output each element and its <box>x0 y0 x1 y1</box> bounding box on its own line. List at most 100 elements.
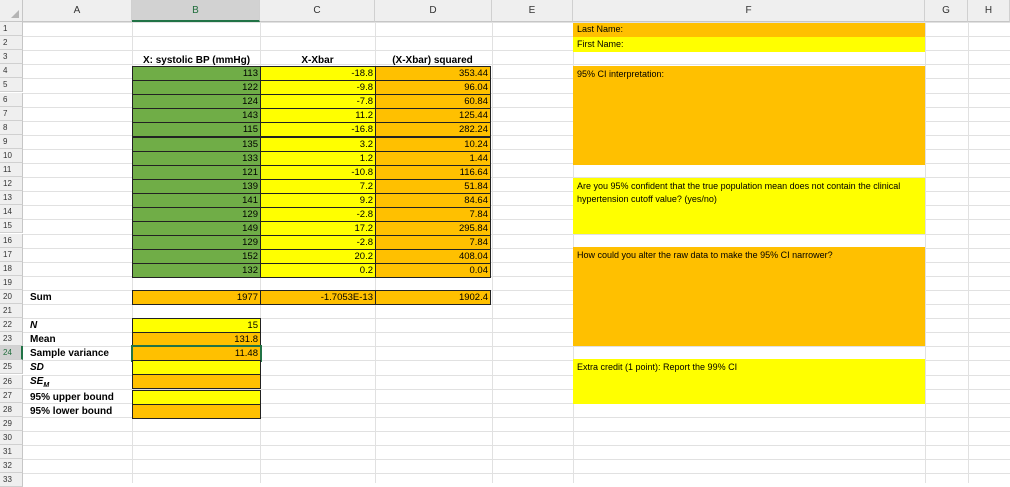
x-value-cell[interactable]: 152 <box>132 249 261 265</box>
row-header-22[interactable]: 22 <box>0 318 23 333</box>
x-value-cell[interactable]: 133 <box>132 150 261 166</box>
se-value-cell[interactable] <box>132 374 261 389</box>
row-header-10[interactable]: 10 <box>0 148 23 163</box>
last-name-cell[interactable]: Last Name: <box>573 23 925 37</box>
x-value-cell[interactable]: 135 <box>132 136 261 152</box>
row-header-21[interactable]: 21 <box>0 304 23 319</box>
row-header-11[interactable]: 11 <box>0 163 23 178</box>
column-header-c[interactable]: C <box>260 0 375 22</box>
variance-label[interactable]: Sample variance <box>30 346 109 361</box>
squared-deviation-cell[interactable]: 51.84 <box>375 178 491 194</box>
row-header-16[interactable]: 16 <box>0 233 23 248</box>
sd-label[interactable]: SD <box>30 360 44 375</box>
squared-deviation-cell[interactable]: 282.24 <box>375 122 491 138</box>
confidence-question-cell[interactable]: Are you 95% confident that the true popu… <box>573 178 925 234</box>
row-header-27[interactable]: 27 <box>0 388 23 403</box>
column-header-a[interactable]: A <box>23 0 132 22</box>
x-value-cell[interactable]: 113 <box>132 66 261 81</box>
x-value-cell[interactable]: 121 <box>132 164 261 180</box>
row-header-17[interactable]: 17 <box>0 247 23 262</box>
row-header-30[interactable]: 30 <box>0 430 23 445</box>
row-header-28[interactable]: 28 <box>0 402 23 417</box>
row-header-19[interactable]: 19 <box>0 275 23 290</box>
squared-deviation-cell[interactable]: 353.44 <box>375 66 491 81</box>
select-all-corner[interactable] <box>0 0 23 22</box>
row-header-3[interactable]: 3 <box>0 50 23 65</box>
first-name-cell[interactable]: First Name: <box>573 37 925 52</box>
sd-value-cell[interactable] <box>132 360 261 375</box>
row-header-14[interactable]: 14 <box>0 205 23 220</box>
sum-deviation-cell[interactable]: -1.7053E-13 <box>260 290 376 305</box>
row-header-29[interactable]: 29 <box>0 416 23 431</box>
row-header-8[interactable]: 8 <box>0 120 23 135</box>
deviation-cell[interactable]: -7.8 <box>260 94 376 110</box>
squared-deviation-cell[interactable]: 84.64 <box>375 192 491 208</box>
x-value-cell[interactable]: 149 <box>132 221 261 237</box>
row-header-7[interactable]: 7 <box>0 106 23 121</box>
row-header-12[interactable]: 12 <box>0 177 23 192</box>
squared-deviation-cell[interactable]: 295.84 <box>375 221 491 237</box>
row-header-26[interactable]: 26 <box>0 374 23 389</box>
deviation-cell[interactable]: 3.2 <box>260 136 376 152</box>
row-header-9[interactable]: 9 <box>0 134 23 149</box>
squared-deviation-cell[interactable]: 116.64 <box>375 164 491 180</box>
squared-deviation-cell[interactable]: 60.84 <box>375 94 491 110</box>
deviation-cell[interactable]: 20.2 <box>260 249 376 265</box>
row-header-23[interactable]: 23 <box>0 332 23 347</box>
row-header-6[interactable]: 6 <box>0 92 23 107</box>
extra-credit-cell[interactable]: Extra credit (1 point): Report the 99% C… <box>573 359 925 404</box>
lower-bound-label[interactable]: 95% lower bound <box>30 404 112 419</box>
row-header-4[interactable]: 4 <box>0 64 23 79</box>
lower-bound-cell[interactable] <box>132 404 261 419</box>
deviation-cell[interactable]: 9.2 <box>260 192 376 208</box>
variance-value-cell[interactable]: 11.48 <box>131 345 262 362</box>
row-header-5[interactable]: 5 <box>0 78 23 93</box>
sum-squared-cell[interactable]: 1902.4 <box>375 290 491 305</box>
deviation-cell[interactable]: 0.2 <box>260 263 376 279</box>
upper-bound-cell[interactable] <box>132 390 261 405</box>
column-header-d[interactable]: D <box>375 0 492 22</box>
deviation-cell[interactable]: -9.8 <box>260 80 376 96</box>
ci-interpretation-cell[interactable]: 95% CI interpretation: <box>573 66 925 165</box>
deviation-cell[interactable]: -16.8 <box>260 122 376 138</box>
x-value-cell[interactable]: 129 <box>132 207 261 222</box>
upper-bound-label[interactable]: 95% upper bound <box>30 390 114 405</box>
x-value-cell[interactable]: 129 <box>132 235 261 251</box>
row-header-24[interactable]: 24 <box>0 346 23 361</box>
n-value-cell[interactable]: 15 <box>132 318 261 333</box>
mean-value-cell[interactable]: 131.8 <box>132 332 261 347</box>
row-header-32[interactable]: 32 <box>0 459 23 474</box>
row-header-33[interactable]: 33 <box>0 473 23 487</box>
column-header-h[interactable]: H <box>968 0 1010 22</box>
row-header-31[interactable]: 31 <box>0 445 23 460</box>
squared-deviation-cell[interactable]: 7.84 <box>375 235 491 251</box>
row-header-18[interactable]: 18 <box>0 261 23 276</box>
row-header-25[interactable]: 25 <box>0 360 23 375</box>
x-value-cell[interactable]: 124 <box>132 94 261 110</box>
column-header-f[interactable]: F <box>573 0 925 22</box>
row-header-13[interactable]: 13 <box>0 191 23 206</box>
squared-deviation-cell[interactable]: 125.44 <box>375 108 491 124</box>
squared-deviation-cell[interactable]: 10.24 <box>375 136 491 152</box>
row-header-15[interactable]: 15 <box>0 219 23 234</box>
x-value-cell[interactable]: 139 <box>132 178 261 194</box>
squared-deviation-cell[interactable]: 7.84 <box>375 207 491 222</box>
squared-deviation-cell[interactable]: 1.44 <box>375 150 491 166</box>
column-header-e[interactable]: E <box>492 0 573 22</box>
deviation-cell[interactable]: 11.2 <box>260 108 376 124</box>
row-header-2[interactable]: 2 <box>0 36 23 51</box>
se-label[interactable]: SEM <box>30 374 49 389</box>
deviation-cell[interactable]: -18.8 <box>260 66 376 81</box>
deviation-cell[interactable]: 17.2 <box>260 221 376 237</box>
squared-deviation-cell[interactable]: 96.04 <box>375 80 491 96</box>
column-header-b[interactable]: B <box>132 0 260 22</box>
narrower-ci-question-cell[interactable]: How could you alter the raw data to make… <box>573 247 925 346</box>
deviation-cell[interactable]: 1.2 <box>260 150 376 166</box>
row-header-20[interactable]: 20 <box>0 289 23 304</box>
sum-x-cell[interactable]: 1977 <box>132 290 261 305</box>
squared-deviation-cell[interactable]: 0.04 <box>375 263 491 279</box>
x-value-cell[interactable]: 132 <box>132 263 261 279</box>
squared-deviation-cell[interactable]: 408.04 <box>375 249 491 265</box>
mean-label[interactable]: Mean <box>30 332 56 347</box>
deviation-cell[interactable]: -10.8 <box>260 164 376 180</box>
